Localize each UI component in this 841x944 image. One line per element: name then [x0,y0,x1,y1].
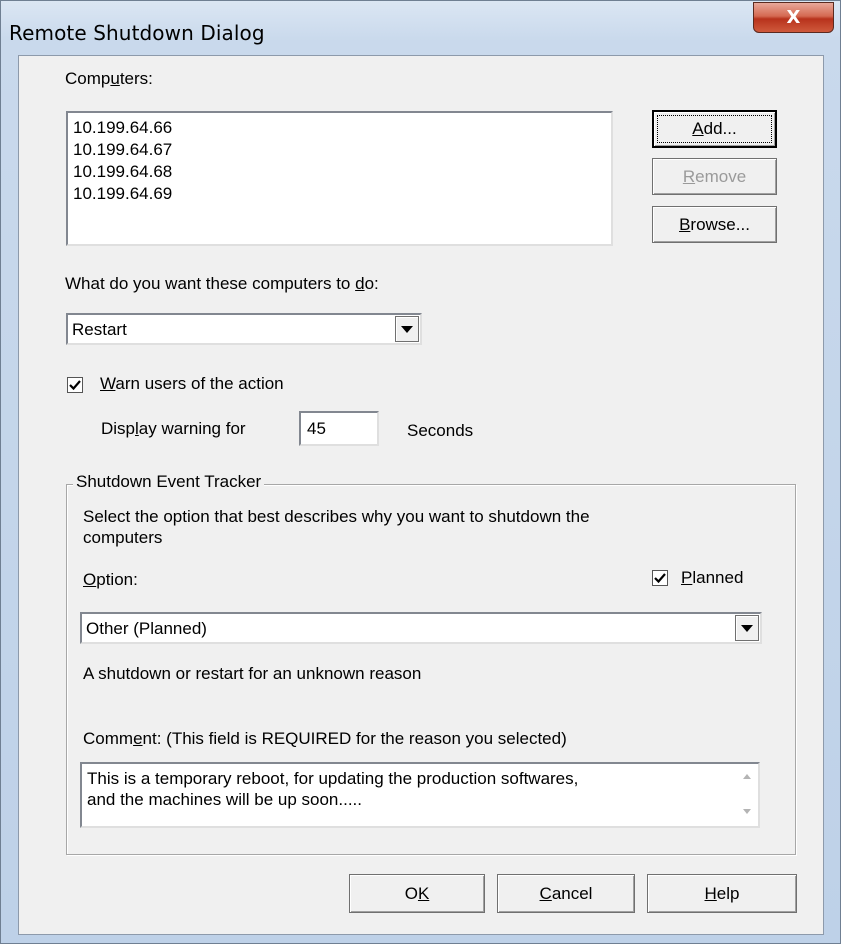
computers-label: Computers: [65,69,153,88]
add-button[interactable]: Add... [652,110,777,148]
scroll-up-icon[interactable] [743,774,751,779]
comment-scrollbar[interactable] [738,764,758,826]
help-button[interactable]: Help [647,874,797,913]
list-item[interactable]: 10.199.64.68 [73,162,172,182]
tracker-description-line1: Select the option that best describes wh… [83,507,590,526]
computers-listbox[interactable]: 10.199.64.66 10.199.64.67 10.199.64.68 1… [66,111,613,246]
option-label: Option: [83,570,138,589]
reason-description: A shutdown or restart for an unknown rea… [83,664,422,683]
action-select-value: Restart [72,320,127,339]
action-label: What do you want these computers to do: [65,274,379,293]
planned-label[interactable]: Planned [681,568,743,588]
window-title: Remote Shutdown Dialog [9,21,265,45]
close-button[interactable]: X [753,2,834,33]
action-select[interactable]: Restart [66,313,422,345]
remove-button[interactable]: Remove [652,158,777,195]
scroll-down-icon[interactable] [743,809,751,814]
cancel-button[interactable]: Cancel [497,874,635,913]
planned-checkbox[interactable] [652,570,668,586]
warning-seconds-input[interactable]: 45 [299,411,379,446]
ok-button[interactable]: OK [349,874,485,913]
seconds-label: Seconds [407,421,474,440]
display-warning-label: Display warning for [101,419,246,438]
chevron-down-icon[interactable] [395,316,419,342]
list-item[interactable]: 10.199.64.69 [73,184,172,204]
list-item[interactable]: 10.199.64.67 [73,140,172,160]
chevron-down-icon[interactable] [735,615,759,641]
list-item[interactable]: 10.199.64.66 [73,118,172,138]
tracker-description-line2: computers [83,528,163,547]
dialog-window: Remote Shutdown Dialog X Computers: 10.1… [0,0,841,944]
warn-users-checkbox[interactable] [67,377,83,393]
close-icon: X [786,7,801,28]
browse-button[interactable]: Browse... [652,206,777,243]
reason-option-value: Other (Planned) [86,619,207,638]
checkmark-icon [69,380,81,391]
comment-textarea[interactable]: This is a temporary reboot, for updating… [80,762,760,828]
group-legend: Shutdown Event Tracker [73,472,265,492]
checkmark-icon [654,573,666,584]
comment-label: Comment: (This field is REQUIRED for the… [83,729,567,748]
dialog-client-area: Computers: 10.199.64.66 10.199.64.67 10.… [18,55,824,935]
reason-option-select[interactable]: Other (Planned) [80,612,762,644]
warn-users-label[interactable]: Warn users of the action [100,374,284,394]
